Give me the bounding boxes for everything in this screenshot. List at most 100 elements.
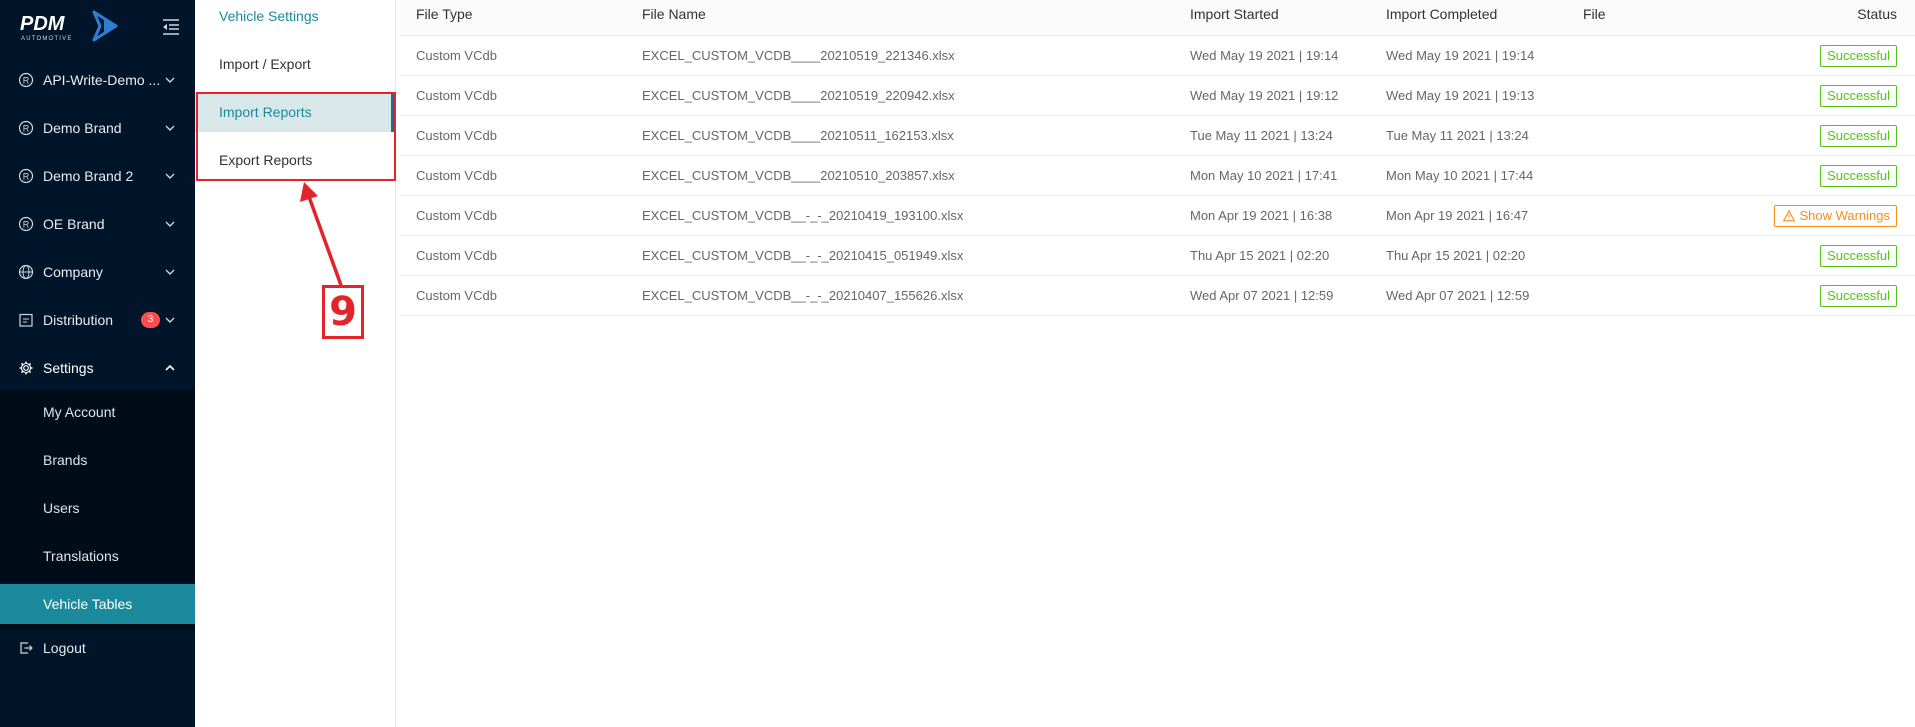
- secondary-item-import-export[interactable]: Import / Export: [195, 44, 394, 84]
- cell-import-completed: Wed May 19 2021 | 19:13: [1386, 88, 1535, 103]
- secondary-item-label: Import / Export: [219, 56, 311, 72]
- cell-import-started: Wed May 19 2021 | 19:12: [1190, 88, 1339, 103]
- menu-collapse-icon[interactable]: [160, 16, 182, 38]
- chevron-down-icon: [165, 317, 175, 323]
- sidebar-item-company[interactable]: Company: [0, 248, 195, 296]
- import-reports-table: File Type File Name Import Started Impor…: [400, 0, 1915, 727]
- cell-import-completed: Thu Apr 15 2021 | 02:20: [1386, 248, 1526, 263]
- show-warnings-label: Show Warnings: [1799, 208, 1890, 223]
- sidebar-item-oe-brand[interactable]: R OE Brand: [0, 200, 195, 248]
- column-header-import-completed[interactable]: Import Completed: [1386, 0, 1497, 36]
- logout-icon: [20, 642, 33, 654]
- column-header-file-type[interactable]: File Type: [416, 0, 473, 36]
- status-badge-successful[interactable]: Successful: [1820, 285, 1897, 307]
- cell-file-type: Custom VCdb: [416, 288, 497, 303]
- cell-import-completed: Tue May 11 2021 | 13:24: [1386, 128, 1529, 143]
- cell-file-name: EXCEL_CUSTOM_VCDB__-_-_20210419_193100.x…: [642, 208, 964, 223]
- status-badge-successful[interactable]: Successful: [1820, 165, 1897, 187]
- registered-icon: R: [18, 168, 34, 184]
- sidebar-item-label: OE Brand: [43, 216, 105, 232]
- cell-import-completed: Mon Apr 19 2021 | 16:47: [1386, 208, 1529, 223]
- submenu-item-brands[interactable]: Brands: [0, 440, 195, 480]
- chevron-down-icon: [165, 269, 175, 275]
- secondary-item-vehicle-settings[interactable]: Vehicle Settings: [195, 0, 394, 36]
- submenu-item-label: Users: [43, 500, 80, 516]
- submenu-item-label: My Account: [43, 404, 116, 420]
- sidebar-item-demo-brand-2[interactable]: R Demo Brand 2: [0, 152, 195, 200]
- chevron-down-icon: [165, 221, 175, 227]
- cell-file-type: Custom VCdb: [416, 88, 497, 103]
- submenu-item-translations[interactable]: Translations: [0, 536, 195, 576]
- cell-import-completed: Wed May 19 2021 | 19:14: [1386, 48, 1535, 63]
- cell-import-started: Mon Apr 19 2021 | 16:38: [1190, 208, 1333, 223]
- cell-file-name: EXCEL_CUSTOM_VCDB____20210519_220942.xls…: [642, 88, 955, 103]
- cell-file-type: Custom VCdb: [416, 248, 497, 263]
- status-badge-successful[interactable]: Successful: [1820, 45, 1897, 67]
- chevron-down-icon: [165, 125, 175, 131]
- svg-text:R: R: [23, 172, 30, 182]
- table-row: Custom VCdb EXCEL_CUSTOM_VCDB__-_-_20210…: [400, 276, 1915, 316]
- cell-import-completed: Mon May 10 2021 | 17:44: [1386, 168, 1534, 183]
- table-row: Custom VCdb EXCEL_CUSTOM_VCDB__-_-_20210…: [400, 196, 1915, 236]
- sidebar-item-distribution[interactable]: Distribution 3: [0, 296, 195, 344]
- gear-icon: [19, 361, 33, 375]
- cell-file-type: Custom VCdb: [416, 168, 497, 183]
- cell-file-type: Custom VCdb: [416, 208, 497, 223]
- table-row: Custom VCdb EXCEL_CUSTOM_VCDB____2021051…: [400, 116, 1915, 156]
- cell-file-name: EXCEL_CUSTOM_VCDB____20210519_221346.xls…: [642, 48, 955, 63]
- table-row: Custom VCdb EXCEL_CUSTOM_VCDB____2021051…: [400, 76, 1915, 116]
- calendar-icon: [19, 313, 33, 327]
- status-badge-successful[interactable]: Successful: [1820, 245, 1897, 267]
- submenu-item-label: Translations: [43, 548, 119, 564]
- column-header-file[interactable]: File: [1583, 0, 1606, 36]
- submenu-item-vehicle-tables[interactable]: Vehicle Tables: [0, 584, 195, 624]
- sidebar-item-settings[interactable]: Settings: [0, 344, 195, 392]
- globe-icon: [18, 264, 34, 280]
- show-warnings-button[interactable]: Show Warnings: [1774, 205, 1897, 227]
- registered-icon: R: [18, 72, 34, 88]
- sidebar-item-demo-brand[interactable]: R Demo Brand: [0, 104, 195, 152]
- main-sidebar: PDM AUTOMOTIVE R API-Write-Demo ... R De…: [0, 0, 195, 727]
- submenu-item-my-account[interactable]: My Account: [0, 392, 195, 432]
- status-badge-successful[interactable]: Successful: [1820, 85, 1897, 107]
- cell-file-name: EXCEL_CUSTOM_VCDB____20210510_203857.xls…: [642, 168, 955, 183]
- svg-text:R: R: [23, 220, 30, 230]
- table-row: Custom VCdb EXCEL_CUSTOM_VCDB____2021051…: [400, 36, 1915, 76]
- cell-file-name: EXCEL_CUSTOM_VCDB____20210511_162153.xls…: [642, 128, 954, 143]
- sidebar-item-label: Distribution: [43, 312, 114, 328]
- cell-import-started: Thu Apr 15 2021 | 02:20: [1190, 248, 1330, 263]
- submenu-item-label: Brands: [43, 452, 88, 468]
- annotation-step-number: 9: [322, 285, 364, 339]
- submenu-item-label: Vehicle Tables: [43, 596, 133, 612]
- svg-text:R: R: [23, 124, 30, 134]
- sidebar-item-label: Demo Brand: [43, 120, 122, 136]
- status-badge-successful[interactable]: Successful: [1820, 125, 1897, 147]
- pdm-logo: PDM AUTOMOTIVE: [20, 10, 118, 42]
- sidebar-item-label: Demo Brand 2: [43, 168, 134, 184]
- secondary-menu: Vehicle Settings Import / Export Import …: [195, 0, 396, 727]
- table-row: Custom VCdb EXCEL_CUSTOM_VCDB__-_-_20210…: [400, 236, 1915, 276]
- settings-submenu: My Account Brands Users Translations Veh…: [0, 390, 195, 630]
- column-header-status[interactable]: Status: [1857, 0, 1897, 36]
- secondary-item-export-reports[interactable]: Export Reports: [195, 140, 394, 180]
- cell-import-started: Wed Apr 07 2021 | 12:59: [1190, 288, 1334, 303]
- cell-file-name: EXCEL_CUSTOM_VCDB__-_-_20210415_051949.x…: [642, 248, 964, 263]
- table-row: Custom VCdb EXCEL_CUSTOM_VCDB____2021051…: [400, 156, 1915, 196]
- logo-row: PDM AUTOMOTIVE: [0, 0, 195, 54]
- sidebar-item-label: API-Write-Demo ...: [43, 72, 161, 88]
- chevron-up-icon: [165, 364, 175, 371]
- logo-subtext: AUTOMOTIVE: [21, 36, 73, 42]
- submenu-item-users[interactable]: Users: [0, 488, 195, 528]
- warning-icon: [1783, 210, 1796, 222]
- sidebar-item-logout[interactable]: Logout: [0, 624, 195, 672]
- cell-file-type: Custom VCdb: [416, 128, 497, 143]
- svg-text:R: R: [23, 76, 30, 86]
- cell-import-completed: Wed Apr 07 2021 | 12:59: [1386, 288, 1530, 303]
- secondary-item-label: Vehicle Settings: [219, 8, 319, 24]
- column-header-import-started[interactable]: Import Started: [1190, 0, 1279, 36]
- sidebar-item-label: Settings: [43, 360, 94, 376]
- secondary-item-import-reports[interactable]: Import Reports: [195, 92, 394, 132]
- column-header-file-name[interactable]: File Name: [642, 0, 706, 36]
- secondary-item-label: Export Reports: [219, 152, 313, 168]
- sidebar-item-api-write-demo[interactable]: R API-Write-Demo ...: [0, 56, 195, 104]
